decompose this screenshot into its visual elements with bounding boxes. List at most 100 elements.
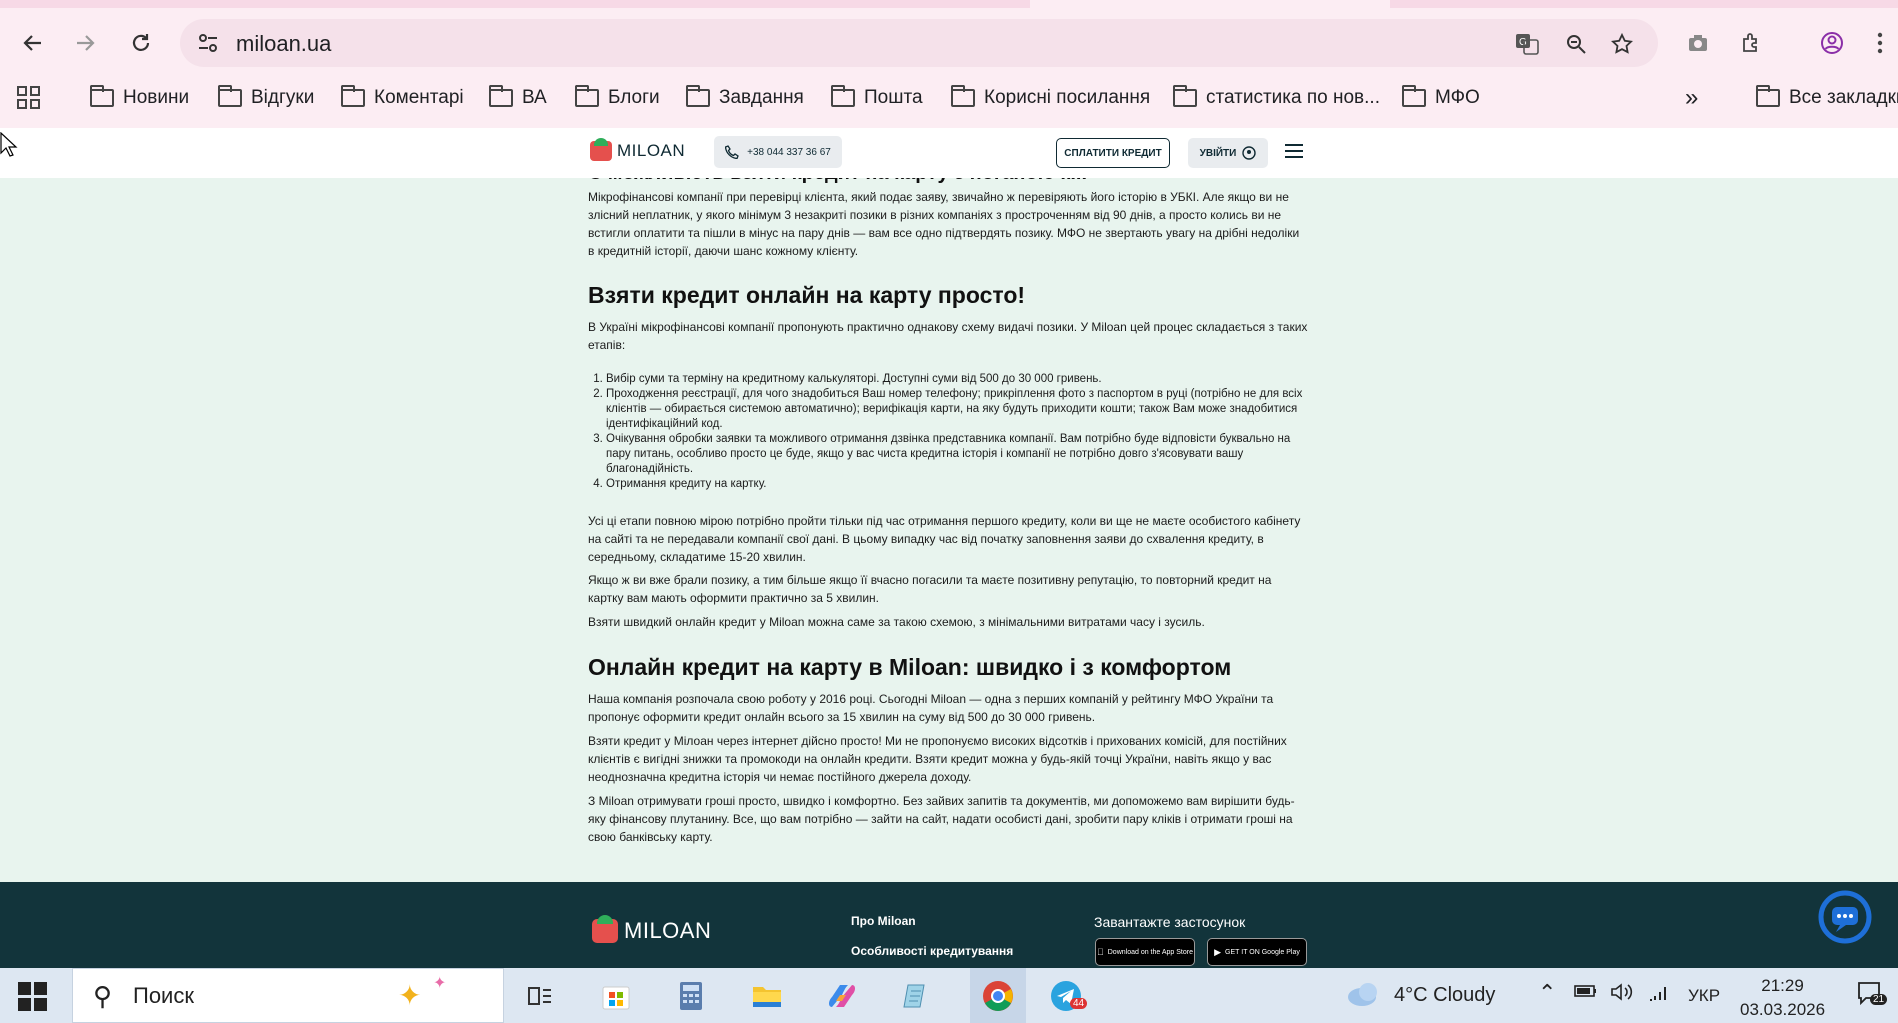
list-item: Очікування обробки заявки та можливого о… xyxy=(606,432,1308,477)
taskbar: ⚲ Поиск ✦ ✦ 44 4°C Cloudy ⌃ УКР 21:29 03… xyxy=(0,968,1898,1023)
telegram-unread-badge: 44 xyxy=(1070,998,1088,1009)
watermelon-logo-icon xyxy=(590,138,612,161)
paragraph: Якщо ж ви вже брали позику, а тим більше… xyxy=(588,573,1272,605)
paragraph: В Україні мікрофінансові компанії пропон… xyxy=(588,320,1308,352)
windows-start-icon[interactable] xyxy=(18,982,48,1012)
bookmark-folder[interactable]: Завдання xyxy=(686,84,804,112)
clock[interactable]: 21:29 03.03.2026 xyxy=(1740,974,1825,1022)
all-bookmarks-folder[interactable]: Все закладки xyxy=(1756,84,1898,112)
store-app-icon[interactable] xyxy=(596,976,636,1016)
weather-text[interactable]: 4°C Cloudy xyxy=(1394,984,1495,1007)
google-play-button[interactable]: ▶ GET IT ON Google Play xyxy=(1207,938,1307,966)
camera-icon[interactable] xyxy=(1681,26,1715,60)
folder-icon xyxy=(489,85,513,107)
bookmark-folder[interactable]: Новини xyxy=(90,84,189,112)
folder-icon xyxy=(686,85,710,107)
footer-link-about[interactable]: Про Miloan xyxy=(851,914,916,928)
phone-button[interactable]: +38 044 337 36 67 xyxy=(714,136,842,168)
user-icon xyxy=(1242,146,1257,160)
paragraph: Усі ці етапи повною мірою потрібно пройт… xyxy=(588,514,1301,564)
notifications-icon[interactable]: 21 xyxy=(1856,980,1888,1012)
tab-strip xyxy=(0,0,1898,8)
taskbar-search[interactable]: ⚲ Поиск ✦ ✦ xyxy=(72,968,504,1023)
folder-icon xyxy=(1756,85,1780,107)
folder-icon xyxy=(1402,85,1426,107)
chat-widget-icon[interactable] xyxy=(1818,890,1872,944)
telegram-icon[interactable]: 44 xyxy=(1046,976,1088,1016)
mouse-cursor-icon xyxy=(0,132,18,157)
section-heading: Взяти кредит онлайн на карту просто! xyxy=(588,282,1026,308)
pay-credit-button[interactable]: СПЛАТИТИ КРЕДИТ xyxy=(1056,138,1170,168)
calculator-icon[interactable] xyxy=(671,976,711,1016)
weather-cloud-icon[interactable] xyxy=(1346,981,1384,1013)
login-button[interactable]: УВІЙТИ xyxy=(1188,138,1268,168)
url-text[interactable]: miloan.ua xyxy=(236,31,331,57)
browser-chrome: miloan.ua G Новини Відгуки Коментарі ВА … xyxy=(0,0,1898,128)
translate-icon[interactable]: G xyxy=(1512,29,1542,59)
folder-icon xyxy=(218,85,242,107)
active-tab[interactable] xyxy=(1030,0,1390,8)
star-bookmark-icon[interactable] xyxy=(1607,29,1637,59)
network-icon[interactable] xyxy=(1648,982,1670,1008)
site-info-icon[interactable] xyxy=(194,29,222,57)
folder-icon xyxy=(90,85,114,107)
app-download-title: Завантажте застосунок xyxy=(1094,914,1246,930)
extensions-icon[interactable] xyxy=(1735,26,1769,60)
file-explorer-icon[interactable] xyxy=(747,976,787,1016)
paragraph: З Miloan отримувати гроші просто, швидко… xyxy=(588,794,1295,844)
bookmark-folder[interactable]: Відгуки xyxy=(218,84,314,112)
more-bookmarks-button[interactable]: » xyxy=(1685,84,1698,112)
site-header: MILOAN +38 044 337 36 67 СПЛАТИТИ КРЕДИТ… xyxy=(0,128,1898,178)
zoom-icon[interactable] xyxy=(1561,29,1591,59)
hamburger-menu-icon[interactable] xyxy=(1285,144,1303,160)
list-item: Проходження реєстрації, для чого знадоби… xyxy=(606,387,1308,432)
folder-icon xyxy=(831,85,855,107)
bookmark-folder[interactable]: статистика по нов... xyxy=(1173,84,1380,112)
chevron-up-icon[interactable]: ⌃ xyxy=(1538,980,1556,1006)
apps-grid-icon[interactable] xyxy=(16,84,42,112)
bookmark-folder[interactable]: Корисні посилання xyxy=(951,84,1150,112)
web-page: Є можливість взяти кредит на карту з пог… xyxy=(0,128,1898,968)
bookmark-folder[interactable]: Коментарі xyxy=(341,84,464,112)
play-icon: ▶ xyxy=(1214,946,1222,957)
site-logo[interactable]: MILOAN xyxy=(590,138,685,161)
address-bar[interactable]: miloan.ua G xyxy=(180,19,1658,67)
folder-icon xyxy=(575,85,599,107)
svg-text:G: G xyxy=(1519,37,1527,48)
reload-icon[interactable] xyxy=(124,26,158,60)
folder-icon xyxy=(951,85,975,107)
list-item: Вибір суми та терміну на кредитному каль… xyxy=(606,372,1308,387)
volume-icon[interactable] xyxy=(1610,982,1634,1008)
bookmark-folder[interactable]: ВА xyxy=(489,84,547,112)
steps-list: Вибір суми та терміну на кредитному каль… xyxy=(588,372,1308,492)
bookmark-folder[interactable]: МФО xyxy=(1402,84,1480,112)
language-indicator[interactable]: УКР xyxy=(1688,986,1720,1006)
paragraph: Взяти швидкий онлайн кредит у Miloan мож… xyxy=(588,615,1205,629)
bookmarks-bar: Новини Відгуки Коментарі ВА Блоги Завдан… xyxy=(0,80,1898,116)
notepad-app-icon[interactable] xyxy=(897,976,937,1016)
search-icon: ⚲ xyxy=(93,981,113,1011)
footer-link-lending[interactable]: Особливості кредитування xyxy=(851,944,1013,958)
app-store-button[interactable]: Download on the App Store xyxy=(1095,938,1195,966)
paragraph: Взяти кредит у Мілоан через інтернет дій… xyxy=(588,734,1287,784)
footer-logo[interactable]: MILOAN xyxy=(592,915,711,944)
menu-dots-icon[interactable] xyxy=(1870,26,1890,60)
list-item: Отримання кредиту на картку. xyxy=(606,477,1308,492)
folder-icon xyxy=(341,85,365,107)
copilot-icon[interactable] xyxy=(822,976,862,1016)
site-footer: MILOAN Про Miloan Особливості кредитуван… xyxy=(0,882,1898,968)
forward-icon[interactable] xyxy=(68,26,102,60)
back-icon[interactable] xyxy=(16,26,50,60)
paragraph: Мікрофінансові компанії при перевірці кл… xyxy=(588,190,1300,258)
watermelon-logo-icon xyxy=(592,915,618,943)
bookmark-folder[interactable]: Пошта xyxy=(831,84,923,112)
chrome-taskbar-icon[interactable] xyxy=(970,968,1026,1023)
profile-icon[interactable] xyxy=(1815,26,1849,60)
battery-icon[interactable] xyxy=(1574,982,1598,1005)
phone-icon xyxy=(725,145,739,159)
notifications-badge: 21 xyxy=(1870,994,1888,1005)
sparkle-icon: ✦ xyxy=(433,975,447,992)
bookmark-folder[interactable]: Блоги xyxy=(575,84,660,112)
apple-icon:  xyxy=(1097,947,1104,957)
task-view-icon[interactable] xyxy=(520,976,560,1016)
